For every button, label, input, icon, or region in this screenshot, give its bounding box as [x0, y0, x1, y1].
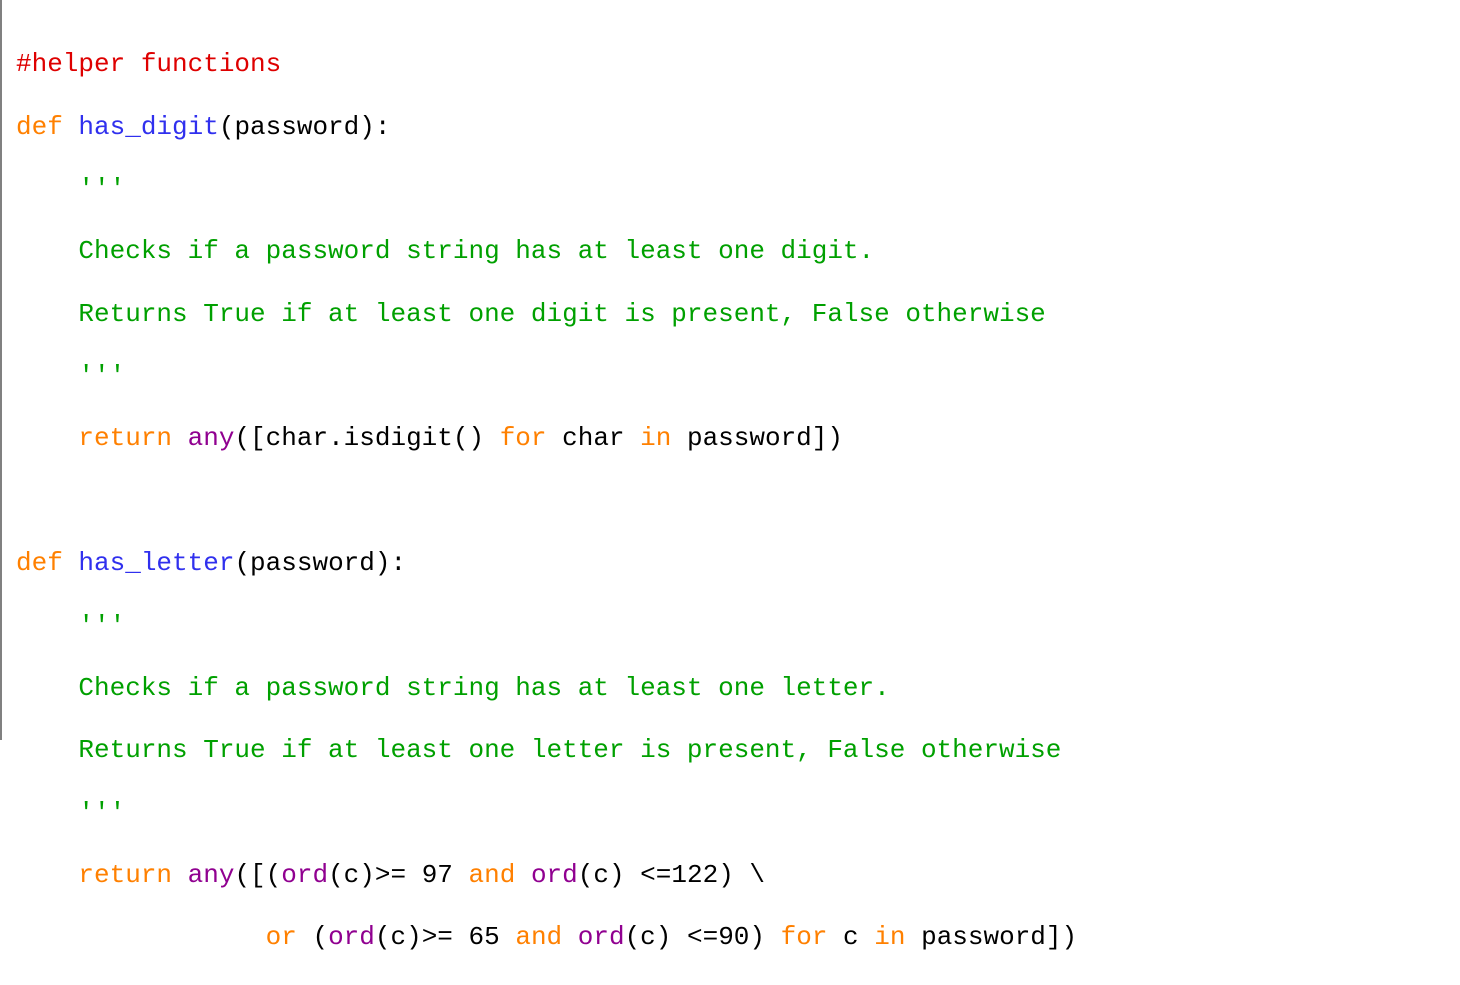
- number-literal: 90: [718, 922, 749, 952]
- code-text: ) \: [718, 860, 765, 890]
- number-literal: 122: [671, 860, 718, 890]
- docstring-line: Returns True if at least one digit is pr…: [16, 299, 1046, 329]
- blank-line: [16, 486, 1460, 517]
- number-literal: 97: [422, 860, 453, 890]
- code-line: Returns True if at least one digit is pr…: [16, 299, 1460, 330]
- function-params: (password):: [234, 548, 406, 578]
- docstring-line: Checks if a password string has at least…: [16, 236, 874, 266]
- code-line: Checks if a password string has at least…: [16, 673, 1460, 704]
- builtin-ord: ord: [578, 922, 625, 952]
- keyword-def: def: [16, 548, 63, 578]
- keyword-or: or: [266, 922, 297, 952]
- keyword-for: for: [781, 922, 828, 952]
- keyword-return: return: [16, 860, 172, 890]
- code-line: ''': [16, 361, 1460, 392]
- code-text: [172, 860, 188, 890]
- keyword-and: and: [469, 860, 516, 890]
- code-line: #helper functions: [16, 49, 1460, 80]
- builtin-ord: ord: [328, 922, 375, 952]
- function-name: has_letter: [63, 548, 235, 578]
- comment-text: #helper functions: [16, 49, 281, 79]
- docstring-delim: ''': [16, 611, 125, 641]
- code-text: password]): [905, 922, 1077, 952]
- number-literal: 65: [469, 922, 500, 952]
- builtin-ord: ord: [281, 860, 328, 890]
- code-line: ''': [16, 611, 1460, 642]
- code-line: ''': [16, 174, 1460, 205]
- code-text: c: [827, 922, 874, 952]
- code-text: (c) <=: [578, 860, 672, 890]
- code-text: (c)>=: [375, 922, 469, 952]
- builtin-any: any: [188, 423, 235, 453]
- indent: [16, 922, 266, 952]
- code-text: char: [547, 423, 641, 453]
- editor-left-border: [0, 0, 2, 740]
- docstring-delim: ''': [16, 798, 125, 828]
- code-line: or (ord(c)>= 65 and ord(c) <=90) for c i…: [16, 922, 1460, 953]
- docstring-delim: ''': [16, 361, 125, 391]
- code-line: Checks if a password string has at least…: [16, 236, 1460, 267]
- code-text: ): [749, 922, 780, 952]
- keyword-and: and: [515, 922, 562, 952]
- keyword-in: in: [874, 922, 905, 952]
- function-name: has_digit: [63, 112, 219, 142]
- code-text: (c)>=: [328, 860, 422, 890]
- code-text: [172, 423, 188, 453]
- code-text: [453, 860, 469, 890]
- keyword-in: in: [640, 423, 671, 453]
- code-text: [500, 922, 516, 952]
- code-text: (: [297, 922, 328, 952]
- code-text: [562, 922, 578, 952]
- code-line: def has_letter(password):: [16, 548, 1460, 579]
- keyword-return: return: [16, 423, 172, 453]
- code-text: ([(: [234, 860, 281, 890]
- code-line: def has_digit(password):: [16, 112, 1460, 143]
- builtin-ord: ord: [531, 860, 578, 890]
- code-editor-content: #helper functions def has_digit(password…: [0, 0, 1460, 985]
- docstring-delim: ''': [16, 174, 125, 204]
- keyword-for: for: [500, 423, 547, 453]
- code-text: password]): [671, 423, 843, 453]
- docstring-line: Checks if a password string has at least…: [16, 673, 890, 703]
- code-text: ([char.isdigit(): [234, 423, 499, 453]
- code-text: [515, 860, 531, 890]
- code-text: (c) <=: [625, 922, 719, 952]
- builtin-any: any: [188, 860, 235, 890]
- code-line: return any([(ord(c)>= 97 and ord(c) <=12…: [16, 860, 1460, 891]
- keyword-def: def: [16, 112, 63, 142]
- function-params: (password):: [219, 112, 391, 142]
- code-line: return any([char.isdigit() for char in p…: [16, 423, 1460, 454]
- code-line: ''': [16, 798, 1460, 829]
